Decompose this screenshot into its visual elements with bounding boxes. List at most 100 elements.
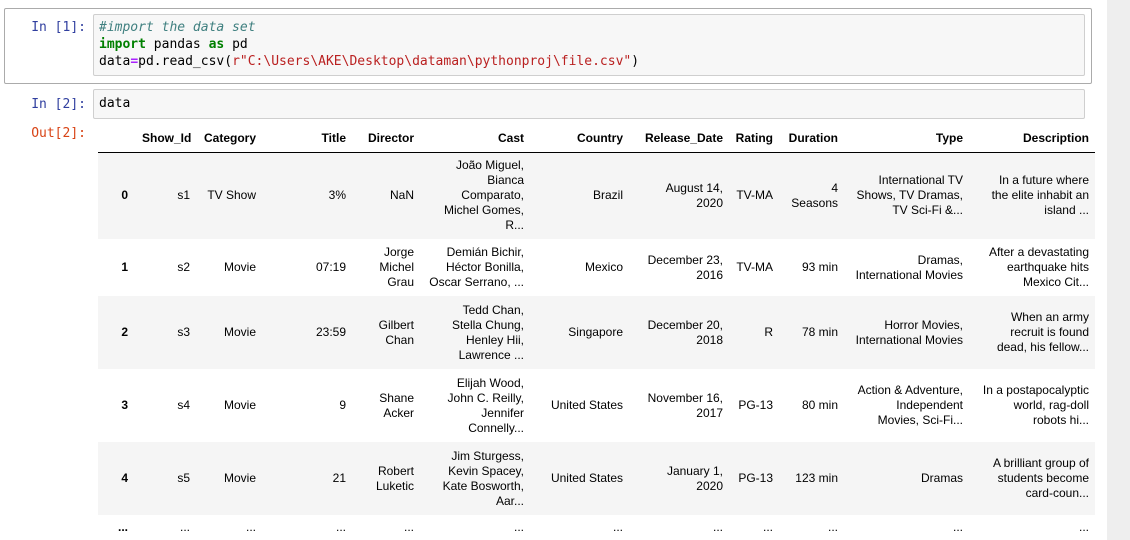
table-cell: Movie (223, 325, 256, 339)
table-cell: ... (762, 519, 773, 534)
code-comment: #import the data set (99, 20, 256, 35)
table-cell: January 1, 2020 (666, 463, 723, 493)
table-cell: In a postapocalyptic world, rag-doll rob… (982, 383, 1089, 427)
table-cell: 4 Seasons (791, 180, 838, 210)
code-text: data (99, 96, 131, 111)
table-cell: 93 min (801, 260, 838, 274)
table-cell: ... (1078, 519, 1089, 534)
code-text: pandas (145, 37, 209, 52)
table-cell: United States (550, 471, 623, 485)
table-cell: R (764, 325, 773, 339)
table-cell: ... (179, 519, 190, 534)
table-cell: Action & Adventure, Independent Movies, … (857, 383, 963, 427)
table-cell: TV-MA (736, 260, 773, 274)
code-text: data (99, 54, 131, 69)
column-header: Rating (729, 125, 779, 153)
row-index: 4 (121, 471, 128, 485)
code-text: pd (224, 37, 248, 52)
table-cell: 9 (339, 398, 346, 412)
dataframe-table: Show_Id Category Title Director Cast Country R… (98, 125, 1095, 539)
table-cell: ... (513, 519, 524, 534)
input-prompt-2: In [2]: (31, 97, 86, 112)
column-header: Type (844, 125, 969, 153)
table-cell: Jorge Michel Grau (379, 245, 414, 289)
table-cell: TV Show (207, 188, 256, 203)
table-cell: International TV Shows, TV Dramas, TV Sc… (856, 173, 963, 218)
table-cell: ... (612, 519, 623, 534)
table-cell: 21 (332, 471, 346, 485)
table-cell: 3% (328, 188, 346, 203)
table-cell: In a future where the elite inhabit an i… (991, 173, 1089, 218)
table-cell: João Miguel, Bianca Comparato, Michel Go… (443, 158, 524, 233)
table-cell: Mexico (584, 260, 623, 274)
table-cell: November 16, 2017 (647, 390, 723, 420)
table-row: 1 s2 Movie 07:19 Jorge Michel Grau Demián Bic… (98, 239, 1095, 296)
row-index: 0 (121, 188, 128, 203)
row-index: 2 (121, 325, 128, 339)
table-cell: Gilbert Chan (378, 317, 414, 347)
table-cell: ... (403, 519, 414, 534)
notebook-area: In [1]: #import the data set import pand… (0, 0, 1107, 540)
table-row: 2 s3 Movie 23:59 Gilbert Chan Tedd Chan, Stel… (98, 296, 1095, 369)
table-cell: United States (550, 398, 623, 412)
table-cell: ... (245, 519, 256, 534)
table-cell: Jim Sturgess, Kevin Spacey, Kate Boswort… (442, 448, 524, 508)
table-cell: Dramas, International Movies (855, 252, 963, 282)
table-cell: Shane Acker (379, 390, 414, 420)
code-string: r"C:\Users\AKE\Desktop\dataman\pythonpro… (232, 54, 632, 69)
row-index: 1 (121, 260, 128, 274)
page-scrollbar[interactable] (1107, 0, 1130, 540)
table-cell: PG-13 (738, 471, 773, 485)
input-prompt-1: In [1]: (31, 20, 86, 35)
row-index: ... (117, 519, 128, 534)
column-header: Duration (779, 125, 844, 153)
table-cell: 123 min (795, 471, 838, 485)
table-row: 4 s5 Movie 21 Robert Luketic Jim Sturgess, Ke… (98, 442, 1095, 515)
table-cell: s2 (177, 260, 190, 274)
table-cell: When an army recruit is found dead, his … (996, 310, 1089, 354)
column-header: Country (530, 125, 629, 153)
column-header: Cast (420, 125, 530, 153)
table-cell: Elijah Wood, John C. Reilly, Jennifer Co… (447, 375, 524, 435)
table-cell: Dramas (920, 471, 963, 485)
code-editor-2[interactable]: data (93, 89, 1085, 119)
table-cell: 23:59 (315, 325, 346, 339)
table-cell: s4 (177, 398, 190, 412)
table-cell: December 23, 2016 (647, 252, 723, 282)
code-text: pd.read_csv( (138, 54, 233, 69)
assign-operator: = (130, 54, 139, 69)
table-cell: A brilliant group of students become car… (992, 456, 1089, 500)
table-cell: TV-MA (736, 188, 773, 203)
table-cell: s3 (177, 325, 190, 339)
table-cell: Brazil (592, 188, 623, 203)
table-cell: Movie (223, 398, 256, 412)
table-cell: 78 min (801, 325, 838, 339)
table-row: 3 s4 Movie 9 Shane Acker Elijah Wood, John C.… (98, 369, 1095, 442)
table-cell: s5 (177, 471, 190, 485)
code-text: ) (631, 54, 640, 69)
table-cell: ... (712, 519, 723, 534)
column-header: Description (969, 125, 1095, 153)
table-cell: 80 min (801, 398, 838, 412)
table-cell: Movie (223, 260, 256, 274)
table-cell: After a devastating earthquake hits Mexi… (988, 245, 1089, 289)
table-cell: Singapore (568, 325, 623, 339)
row-index: 3 (121, 398, 128, 412)
column-header: Show_Id (138, 125, 196, 153)
table-row: .................................... (98, 515, 1095, 539)
as-keyword: as (208, 37, 225, 52)
table-cell: December 20, 2018 (647, 317, 723, 347)
table-cell: s1 (177, 188, 190, 203)
table-cell: Movie (223, 471, 256, 485)
output-prompt-2: Out[2]: (31, 126, 86, 141)
table-cell: PG-13 (738, 398, 773, 412)
table-cell: ... (827, 519, 838, 534)
import-keyword: import (99, 37, 146, 52)
column-header: Director (352, 125, 420, 153)
code-editor-1[interactable]: #import the data set import pandas as pd… (93, 14, 1085, 76)
table-cell: August 14, 2020 (665, 180, 723, 210)
table-cell: Horror Movies, International Movies (855, 317, 963, 347)
table-row: 0 s1 TV Show 3% NaN João Miguel, Bianca Compa… (98, 152, 1095, 239)
table-cell: Demián Bichir, Héctor Bonilla, Oscar Ser… (429, 245, 524, 289)
column-header: Release_Date (629, 125, 729, 153)
